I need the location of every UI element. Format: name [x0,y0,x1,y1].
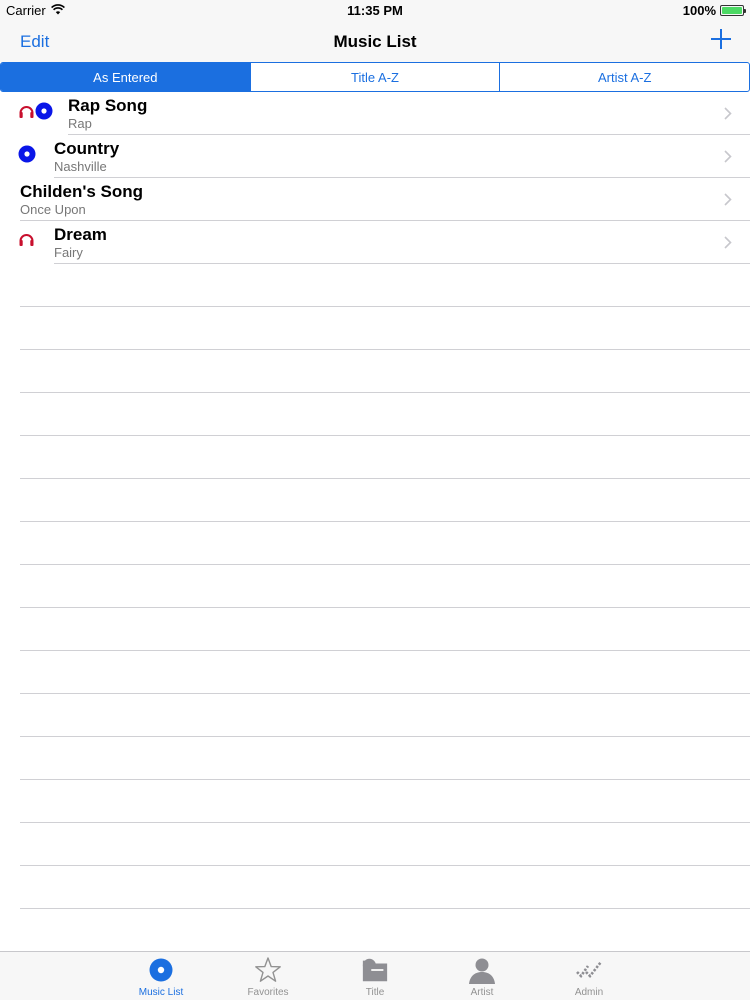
tab-label: Music List [138,987,184,998]
person-icon [468,956,496,984]
row-icons [18,102,53,125]
tab-admin[interactable]: Admin [536,952,643,1000]
empty-row [0,479,750,522]
empty-row [0,565,750,608]
status-bar: Carrier 11:35 PM 100% [0,0,750,22]
headphones-icon [18,103,35,124]
song-title: Childen's Song [20,182,144,201]
song-subtitle: Nashville [54,159,107,174]
table-row[interactable]: Dream Fairy [0,221,750,264]
segment-as-entered[interactable]: As Entered [1,63,251,91]
page-title: Music List [333,32,417,51]
empty-row [0,350,750,393]
tab-label: Artist [470,987,494,998]
segment-artist-a-z[interactable]: Artist A-Z [500,63,749,91]
music-table: Rap Song Rap Country Nashville Childen's… [0,92,750,264]
disc-icon [35,102,53,125]
disc-icon [18,145,36,168]
row-text: Country Nashville [54,138,119,175]
plus-icon [711,29,731,49]
tab-label: Admin [574,987,604,998]
empty-row [0,651,750,694]
song-subtitle: Fairy [54,245,83,260]
row-text: Dream Fairy [54,224,107,261]
tab-bar: Music List Favorites Title Artist Admin [0,951,750,1000]
empty-row [0,823,750,866]
sort-segmented-control: As Entered Title A-Z Artist A-Z [0,62,750,92]
song-title: Rap Song [68,96,148,115]
tab-title[interactable]: Title [322,952,429,1000]
battery-icon [720,5,746,16]
empty-row [0,780,750,823]
tab-label: Title [365,987,385,998]
row-icons [18,231,35,252]
headphones-icon [18,231,35,252]
disc-icon [147,956,175,984]
chevron-right-icon [724,150,732,163]
empty-row [0,393,750,436]
tab-favorites[interactable]: Favorites [215,952,322,1000]
battery-percent: 100% [682,3,716,18]
screen: Carrier 11:35 PM 100% Edit Music List As… [0,0,750,1000]
table-row[interactable]: Country Nashville [0,135,750,178]
empty-row [0,307,750,350]
add-button[interactable] [710,28,732,50]
star-icon [254,956,282,984]
empty-row [0,264,750,307]
chevron-right-icon [724,236,732,249]
chevron-right-icon [724,193,732,206]
empty-row [0,608,750,651]
empty-row [0,436,750,479]
empty-table-lines [0,264,750,909]
row-text: Childen's Song Once Upon [20,181,143,218]
checkmarks-icon [575,956,603,984]
navigation-bar: Edit Music List [0,22,750,62]
table-row[interactable]: Rap Song Rap [0,92,750,135]
status-right: 100% [682,3,746,18]
tab-music-list[interactable]: Music List [108,952,215,1000]
row-text: Rap Song Rap [68,95,147,132]
tab-label: Favorites [247,987,289,998]
tab-artist[interactable]: Artist [429,952,536,1000]
segment-title-a-z[interactable]: Title A-Z [251,63,501,91]
chevron-right-icon [724,107,732,120]
row-icons [18,145,36,168]
empty-row [0,694,750,737]
empty-row [0,522,750,565]
empty-row [0,866,750,909]
song-subtitle: Rap [68,116,92,131]
song-title: Dream [54,225,107,244]
empty-row [0,737,750,780]
folder-icon [361,956,389,984]
table-row[interactable]: Childen's Song Once Upon [0,178,750,221]
song-subtitle: Once Upon [20,202,86,217]
song-title: Country [54,139,120,158]
status-time: 11:35 PM [347,3,403,18]
